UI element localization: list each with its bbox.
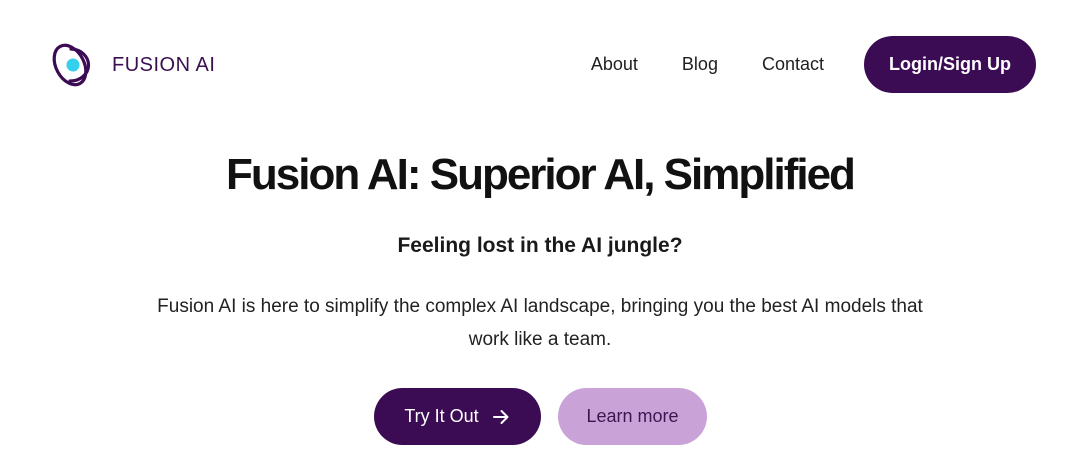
landing-page: FUSION AI About Blog Contact Login/Sign … <box>0 0 1080 472</box>
cta-row: Try It Out Learn more <box>374 388 707 445</box>
hero-title: Fusion AI: Superior AI, Simplified <box>226 150 856 199</box>
learn-more-button[interactable]: Learn more <box>558 388 707 445</box>
brand-name: FUSION AI <box>112 53 216 76</box>
hero-description: Fusion AI is here to simplify the comple… <box>157 296 923 350</box>
try-it-out-label: Try It Out <box>404 406 479 426</box>
fusion-logo-icon <box>52 43 91 87</box>
hero-subtitle: Feeling lost in the AI jungle? <box>397 234 683 257</box>
nav-blog-link[interactable]: Blog <box>682 54 718 75</box>
try-it-out-button[interactable]: Try It Out <box>374 388 541 445</box>
site-header: FUSION AI About Blog Contact Login/Sign … <box>0 0 1080 128</box>
arrow-right-icon <box>492 409 509 424</box>
login-signup-button[interactable]: Login/Sign Up <box>864 36 1036 93</box>
nav-contact-link[interactable]: Contact <box>762 54 824 75</box>
nav-about-link[interactable]: About <box>591 54 638 75</box>
brand-link[interactable]: FUSION AI <box>50 40 215 90</box>
main-nav: About Blog Contact Login/Sign Up <box>591 36 1036 93</box>
